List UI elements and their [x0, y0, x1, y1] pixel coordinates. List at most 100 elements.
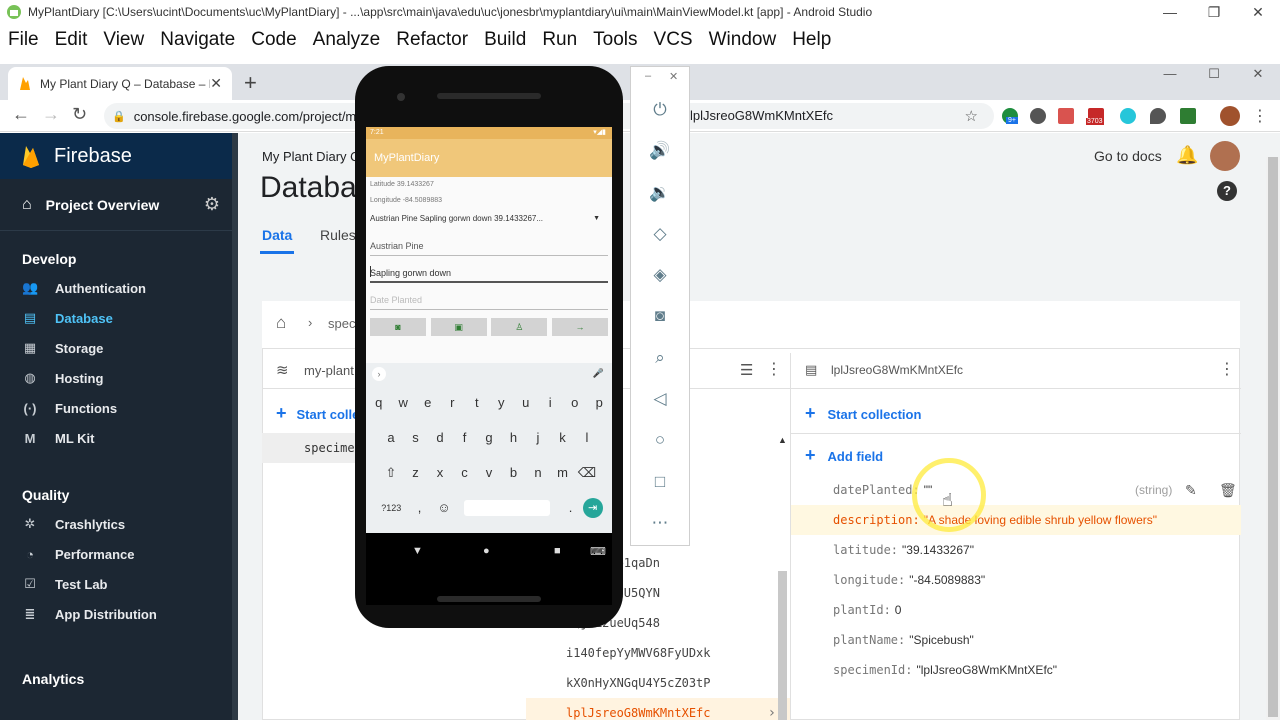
key[interactable]: r	[440, 395, 465, 410]
reload-icon[interactable]: ↻	[72, 104, 87, 125]
key[interactable]: x	[428, 465, 453, 480]
zoom-icon[interactable]: ⌕	[631, 337, 689, 378]
scroll-thumb[interactable]	[1268, 157, 1278, 717]
nav-back-icon[interactable]: ▼	[412, 545, 423, 557]
extension-pdf-icon[interactable]	[1058, 108, 1074, 124]
emulator-close-icon[interactable]: ✕	[669, 70, 678, 83]
browser-close-icon[interactable]: ✕	[1236, 64, 1280, 84]
close-icon[interactable]: ✕	[1236, 4, 1280, 21]
key[interactable]: u	[514, 395, 539, 410]
path-home-icon[interactable]: ⌂	[276, 313, 286, 333]
home-circle-icon[interactable]: ○	[631, 419, 689, 460]
menu-tools[interactable]: Tools	[585, 29, 645, 51]
nav-home-icon[interactable]: ●	[483, 545, 490, 557]
key[interactable]: a	[379, 430, 404, 445]
project-overview-item[interactable]: ⌂ Project Overview ⚙	[0, 179, 238, 231]
add-field-button[interactable]: + Add field	[805, 445, 883, 466]
sidebar-item-test-lab[interactable]: ☑ Test Lab	[0, 569, 238, 599]
tab-close-icon[interactable]: ✕	[210, 75, 222, 92]
account-avatar[interactable]	[1210, 141, 1240, 171]
overview-square-icon[interactable]: □	[631, 461, 689, 502]
list-item[interactable]: kX0nHyXNGqU4Y5cZ03tP	[526, 668, 790, 698]
volume-down-icon[interactable]: 🔉	[631, 172, 689, 213]
sidebar-item-crashlytics[interactable]: ✲ Crashlytics	[0, 509, 238, 539]
comma-key[interactable]: ,	[407, 500, 432, 515]
project-breadcrumb[interactable]: My Plant Diary Q	[262, 149, 360, 164]
menu-view[interactable]: View	[95, 29, 152, 51]
sidebar-item-app-distribution[interactable]: ≣ App Distribution	[0, 599, 238, 629]
back-triangle-icon[interactable]: ◁	[631, 378, 689, 419]
key[interactable]: i	[538, 395, 563, 410]
notifications-bell-icon[interactable]: 🔔	[1176, 145, 1198, 166]
key[interactable]: v	[477, 465, 502, 480]
sidebar-item-database[interactable]: ▤ Database	[0, 303, 238, 333]
menu-file[interactable]: File	[0, 29, 47, 51]
menu-build[interactable]: Build	[476, 29, 534, 51]
plant-name-field[interactable]: Austrian Pine	[370, 229, 608, 256]
specimen-spinner[interactable]: Austrian Pine Sapling gorwn down 39.1433…	[366, 209, 612, 229]
key[interactable]: k	[550, 430, 575, 445]
list-item-selected[interactable]: › lplJsreoG8WmKMntXEfc	[526, 698, 790, 720]
rotate-right-icon[interactable]: ◈	[631, 254, 689, 295]
key[interactable]: q	[367, 395, 392, 410]
key[interactable]: h	[501, 430, 526, 445]
menu-run[interactable]: Run	[534, 29, 585, 51]
page-scrollbar[interactable]	[1266, 157, 1280, 720]
forward-button[interactable]: →	[551, 318, 608, 336]
field-row[interactable]: plantId: 0	[791, 595, 1241, 625]
filter-icon[interactable]: ☰	[740, 361, 753, 379]
symbols-key[interactable]: ?123	[375, 503, 407, 513]
more-horiz-icon[interactable]: ⋯	[631, 502, 689, 543]
profile-avatar[interactable]	[1220, 106, 1240, 126]
key[interactable]: z	[403, 465, 428, 480]
scroll-thumb[interactable]	[778, 571, 787, 720]
date-planted-field[interactable]: Date Planted	[370, 283, 608, 310]
delete-trash-icon[interactable]: 🗑	[1219, 475, 1237, 505]
path-segment[interactable]: spec	[328, 316, 355, 331]
field-row[interactable]: longitude: "-84.5089883"	[791, 565, 1241, 595]
key[interactable]: p	[587, 395, 612, 410]
back-icon[interactable]: ←	[12, 104, 30, 125]
key[interactable]: t	[465, 395, 490, 410]
camera-button[interactable]: ◙	[370, 318, 426, 336]
key[interactable]: l	[575, 430, 600, 445]
forward-icon[interactable]: →	[42, 104, 60, 125]
gear-icon[interactable]: ⚙	[204, 194, 220, 215]
sidebar-item-performance[interactable]: ◔ Performance	[0, 539, 238, 569]
menu-navigate[interactable]: Navigate	[152, 29, 243, 51]
more-vert-icon[interactable]: ⋮	[766, 359, 782, 379]
extension-cyan-icon[interactable]	[1120, 108, 1136, 124]
sidebar-item-authentication[interactable]: 👥 Authentication	[0, 273, 238, 303]
emulator-minimize-icon[interactable]: –	[645, 70, 651, 82]
bookmark-star-icon[interactable]: ☆	[965, 107, 978, 125]
list-item[interactable]: i140fepYyMWV68FyUDxk	[526, 638, 790, 668]
field-row[interactable]: latitude: "39.1433267"	[791, 535, 1241, 565]
restore-icon[interactable]: ❐	[1192, 4, 1236, 21]
field-row[interactable]: description: "A shade loving edible shrub…	[791, 505, 1241, 535]
firebase-brand[interactable]: Firebase	[0, 133, 238, 179]
key[interactable]: y	[489, 395, 514, 410]
key[interactable]: j	[526, 430, 551, 445]
period-key[interactable]: .	[558, 500, 583, 515]
account-button[interactable]: ♙	[491, 318, 548, 336]
menu-window[interactable]: Window	[701, 29, 785, 51]
extension-square-icon[interactable]	[1180, 108, 1196, 124]
sidebar-item-storage[interactable]: ▦ Storage	[0, 333, 238, 363]
browser-minimize-icon[interactable]: —	[1148, 64, 1192, 84]
field-row[interactable]: datePlanted: "" (string) ✎ 🗑	[791, 475, 1241, 505]
menu-refactor[interactable]: Refactor	[388, 29, 476, 51]
description-field[interactable]: Sapling gorwn down	[370, 256, 608, 283]
new-tab-icon[interactable]: +	[244, 70, 257, 96]
enter-key-icon[interactable]: ⇥	[582, 497, 603, 518]
menu-code[interactable]: Code	[243, 29, 304, 51]
edit-pencil-icon[interactable]: ✎	[1185, 475, 1197, 505]
key[interactable]: c	[452, 465, 477, 480]
save-button[interactable]: ▣	[430, 318, 487, 336]
tab-rules[interactable]: Rules	[320, 227, 356, 243]
key[interactable]: g	[477, 430, 502, 445]
tab-data[interactable]: Data	[262, 227, 292, 243]
sidebar-item-functions[interactable]: (·) Functions	[0, 393, 238, 423]
expand-arrow-icon[interactable]: ›	[372, 367, 386, 381]
sidebar-item-ml-kit[interactable]: M ML Kit	[0, 423, 238, 453]
key[interactable]: o	[563, 395, 588, 410]
